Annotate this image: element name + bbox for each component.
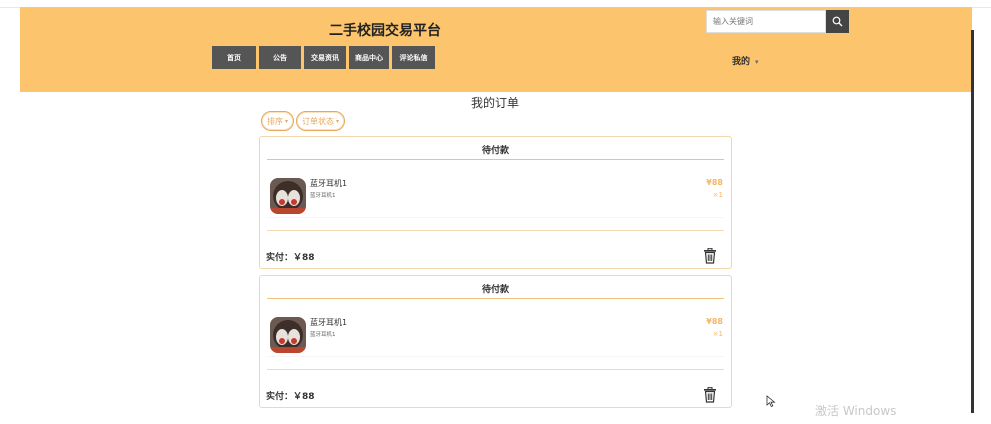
main-nav: 首页 公告 交易资讯 商品中心 评论私信	[212, 46, 435, 69]
divider	[267, 356, 724, 357]
sort-dropdown[interactable]: 排序 ▾	[261, 111, 295, 131]
user-menu-label: 我的	[732, 57, 751, 67]
trash-icon[interactable]	[703, 248, 717, 264]
nav-item-trade-news[interactable]: 交易资讯	[304, 46, 349, 69]
chevron-down-icon: ▾	[336, 117, 340, 125]
chevron-down-icon: ▾	[755, 58, 759, 66]
product-name[interactable]: 蓝牙耳机1	[310, 178, 347, 189]
sort-label: 排序	[267, 116, 283, 126]
filter-bar: 排序 ▾ 订单状态 ▾	[261, 111, 346, 131]
nav-item-product-center[interactable]: 商品中心	[349, 46, 392, 69]
product-quantity: ×1	[712, 191, 723, 199]
nav-item-messages[interactable]: 评论私信	[392, 46, 435, 69]
search-box	[706, 10, 849, 33]
divider	[267, 298, 724, 299]
site-title: 二手校园交易平台	[329, 23, 441, 39]
order-status-label: 订单状态	[302, 116, 335, 126]
page: 二手校园交易平台 首页 公告 交易资讯 商品中心 评论私信 我的 ▾ 我的订单 排…	[0, 0, 991, 424]
product-description: 蓝牙耳机1	[310, 193, 336, 199]
trash-icon[interactable]	[703, 387, 717, 403]
nav-item-announcements[interactable]: 公告	[259, 46, 304, 69]
scrollbar[interactable]	[971, 30, 974, 413]
product-description: 蓝牙耳机1	[310, 332, 336, 338]
mouse-cursor-icon	[766, 395, 776, 407]
user-menu[interactable]: 我的 ▾	[732, 54, 759, 67]
product-name[interactable]: 蓝牙耳机1	[310, 317, 347, 328]
nav-item-home[interactable]: 首页	[212, 46, 259, 69]
order-status: 待付款	[481, 146, 509, 156]
divider	[267, 217, 724, 218]
product-quantity: ×1	[712, 330, 723, 338]
search-input[interactable]	[706, 10, 826, 33]
search-icon	[832, 16, 843, 27]
order-card[interactable]: 待付款 蓝牙耳机1 蓝牙耳机1 ¥88 ×1 实付：￥88	[259, 275, 732, 408]
order-status: 待付款	[481, 285, 509, 295]
chevron-down-icon: ▾	[285, 117, 289, 125]
divider	[267, 159, 724, 160]
windows-activation-watermark: 激活 Windows	[815, 404, 897, 418]
header-bar: 二手校园交易平台 首页 公告 交易资讯 商品中心 评论私信 我的 ▾	[20, 7, 972, 92]
product-image	[270, 178, 306, 214]
product-price: ¥88	[706, 317, 723, 326]
divider	[267, 369, 724, 370]
product-price: ¥88	[706, 178, 723, 187]
page-title: 我的订单	[470, 96, 519, 110]
order-status-dropdown[interactable]: 订单状态 ▾	[296, 111, 346, 131]
search-button[interactable]	[826, 10, 849, 33]
product-thumbnail[interactable]	[270, 317, 306, 353]
order-total: 实付：￥88	[266, 253, 315, 263]
product-thumbnail[interactable]	[270, 178, 306, 214]
divider	[267, 230, 724, 231]
order-card[interactable]: 待付款 蓝牙耳机1 蓝牙耳机1 ¥88 ×1 实付：￥88	[259, 136, 732, 269]
product-image	[270, 317, 306, 353]
order-total: 实付：￥88	[266, 392, 315, 402]
